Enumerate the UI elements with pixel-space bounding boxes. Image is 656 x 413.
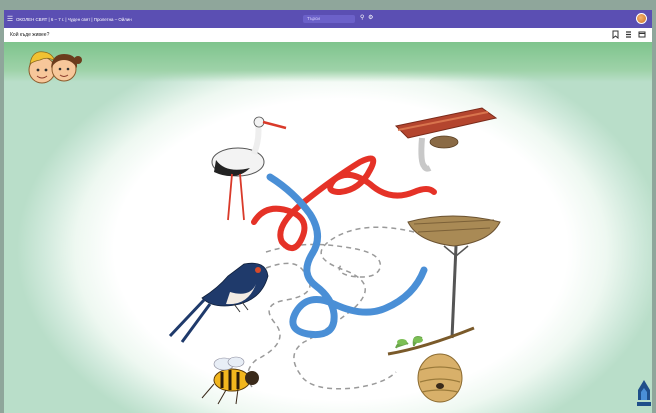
beehive-icon xyxy=(387,326,475,403)
swallow-icon xyxy=(168,262,269,343)
gear-icon[interactable]: ⚙ xyxy=(368,14,373,21)
blue-path xyxy=(266,173,428,339)
bookmark-icon[interactable] xyxy=(612,30,619,41)
maze-illustration xyxy=(168,107,501,405)
stork-icon xyxy=(211,116,287,221)
window-icon[interactable] xyxy=(638,30,646,41)
search-input[interactable]: Търси xyxy=(303,15,355,23)
user-avatar[interactable] xyxy=(636,13,647,24)
roof-nest-icon xyxy=(394,107,498,172)
page-title: Кой къде живее? xyxy=(10,32,50,38)
red-path xyxy=(251,155,437,251)
search-icon[interactable]: ⚲ xyxy=(360,14,364,21)
bee-icon xyxy=(201,356,259,405)
list-icon[interactable] xyxy=(625,30,632,41)
publisher-logo-icon xyxy=(637,380,651,406)
breadcrumb[interactable]: ОКОЛЕН СВЯТ | 6 – 7 г. | Чуден свят | Пр… xyxy=(16,17,132,22)
app-frame: ☰ ОКОЛЕН СВЯТ | 6 – 7 г. | Чуден свят | … xyxy=(4,10,652,413)
hamburger-icon[interactable]: ☰ xyxy=(4,15,16,23)
lesson-title-bar: Кой къде живее? xyxy=(4,28,652,43)
exercise-canvas xyxy=(4,42,652,413)
